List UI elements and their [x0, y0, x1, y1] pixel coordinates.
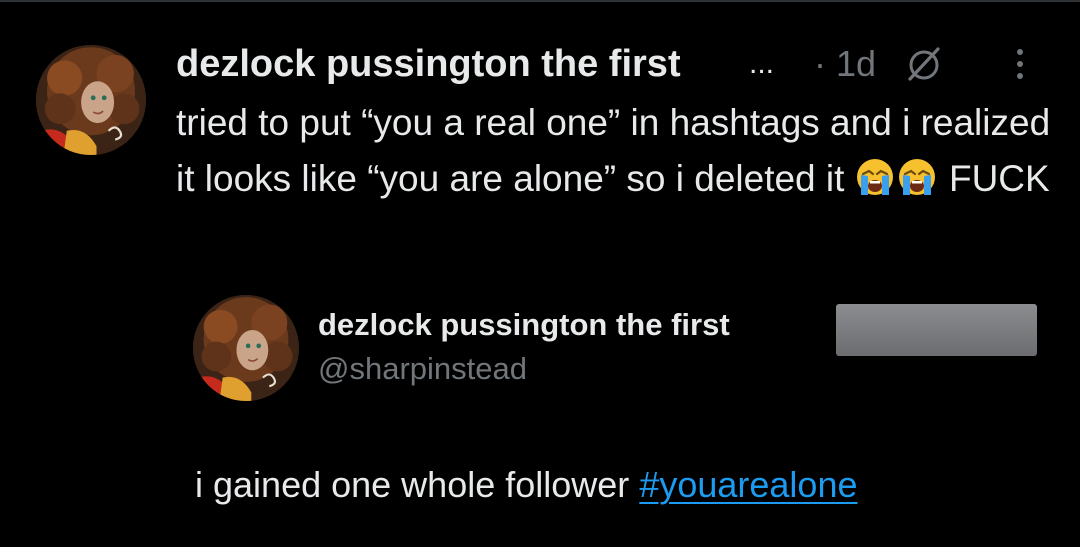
avatar-illustration	[193, 295, 299, 401]
quoted-author-handle[interactable]: @sharpinstead	[318, 349, 527, 389]
grok-icon[interactable]	[904, 44, 944, 84]
top-divider	[0, 0, 1080, 2]
avatar[interactable]	[36, 45, 146, 155]
quoted-author-name[interactable]: dezlock pussington the first	[318, 305, 730, 345]
quoted-avatar[interactable]	[193, 295, 299, 401]
quoted-post-body: i gained one whole follower	[195, 464, 630, 505]
loudly-crying-face-icon	[856, 159, 893, 195]
author-name[interactable]: dezlock pussington the first	[176, 40, 681, 88]
quoted-post-text: i gained one whole follower #youarealone	[195, 459, 858, 511]
loudly-crying-face-icon	[898, 159, 935, 195]
more-vertical-icon[interactable]	[1008, 46, 1032, 82]
post-text: tried to put “you a real one” in hashtag…	[176, 95, 1056, 207]
post-timestamp[interactable]: · 1d	[814, 40, 876, 88]
name-truncation: ...	[749, 47, 775, 80]
avatar-illustration	[36, 45, 146, 155]
post-header: dezlock pussington the first ... · 1d	[176, 40, 1036, 88]
hashtag-link[interactable]: #youarealone	[639, 464, 857, 505]
post-body-suffix: FUCK	[948, 158, 1050, 199]
redacted-area	[836, 304, 1037, 356]
